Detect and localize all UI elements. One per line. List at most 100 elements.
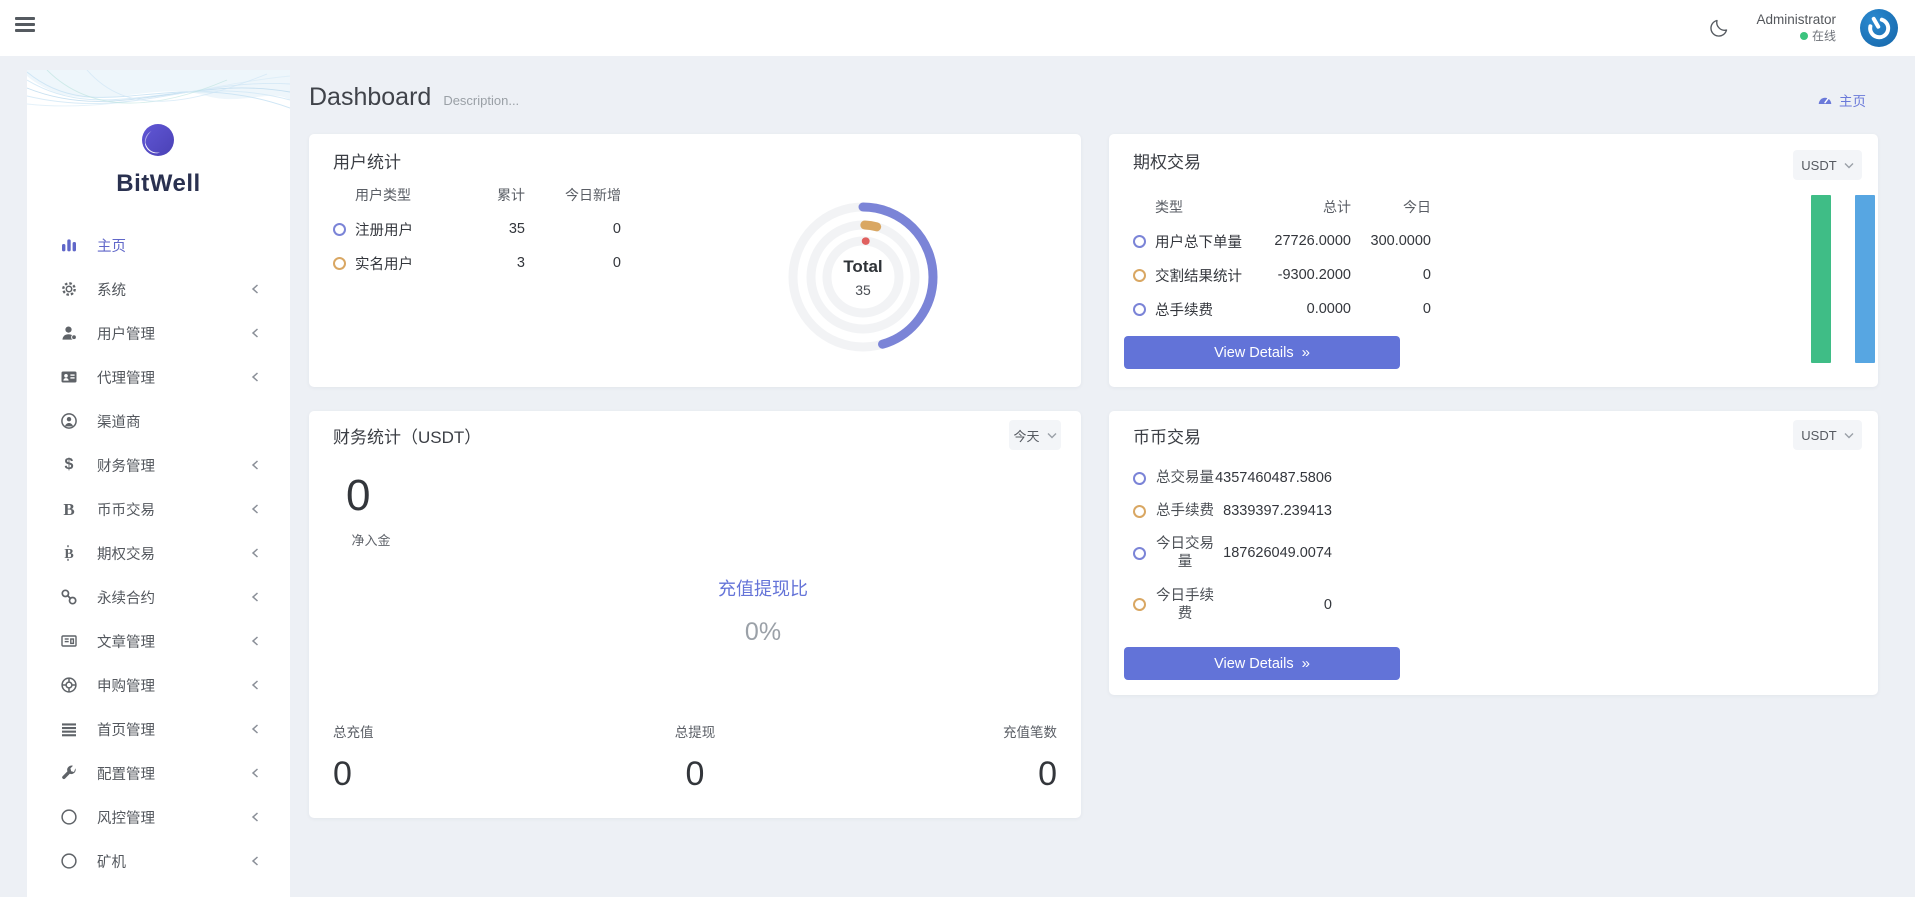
sidebar-item-spot-trading[interactable]: B 币币交易: [27, 487, 290, 531]
sidebar-item-label: 系统: [97, 279, 126, 300]
ratio-label: 充值提现比: [613, 575, 913, 601]
dark-mode-toggle[interactable]: [1706, 15, 1732, 41]
page-header: Dashboard Description...: [309, 83, 519, 112]
spot-trading-card: 币币交易 USDT 总交易量 4357460487.5806 总手续费 8339…: [1109, 411, 1878, 695]
sidebar-item-options-trading[interactable]: B 期权交易: [27, 531, 290, 575]
series-marker-icon: [1133, 269, 1146, 282]
series-marker-icon: [1133, 303, 1146, 316]
col-header: 总计: [1259, 197, 1351, 217]
series-marker-icon: [333, 223, 346, 236]
date-range-select[interactable]: 今天: [1009, 420, 1061, 450]
series-marker-icon: [1133, 505, 1146, 518]
gear-icon: [60, 280, 78, 298]
chevron-left-icon: [249, 502, 262, 521]
ratio-value: 0%: [613, 618, 913, 647]
card-title: 币币交易: [1133, 423, 1201, 448]
view-details-button[interactable]: View Details »: [1124, 336, 1400, 369]
online-dot-icon: [1800, 32, 1808, 40]
sidebar-item-system[interactable]: 系统: [27, 267, 290, 311]
spot-stats-list: 总交易量 4357460487.5806 总手续费 8339397.239413…: [1133, 469, 1332, 638]
sidebar-item-label: 永续合约: [97, 587, 155, 608]
sidebar-item-label: 期权交易: [97, 543, 155, 564]
user-status: 在线: [1756, 29, 1836, 44]
letter-b-icon: B: [60, 500, 78, 518]
circle-icon: [60, 852, 78, 870]
sidebar-item-finance-management[interactable]: $ 财务管理: [27, 443, 290, 487]
sidebar-item-label: 首页管理: [97, 719, 155, 740]
list-item: 今日交易量 187626049.0074: [1133, 535, 1332, 571]
net-deposit-label: 净入金: [326, 530, 416, 549]
bar-green: [1811, 195, 1831, 363]
finance-bottom-stats: 总充值 0 总提现 0 充值笔数 0: [309, 721, 1081, 794]
chevron-down-icon: [1047, 432, 1057, 439]
net-deposit-value: 0: [346, 471, 370, 521]
chevron-left-icon: [249, 810, 262, 829]
chevron-down-icon: [1844, 432, 1854, 439]
options-stats-table: 类型 总计 今日 用户总下单量 27726.0000 300.0000 交割结果…: [1133, 190, 1431, 326]
life-ring-icon: [60, 676, 78, 694]
currency-select[interactable]: USDT: [1793, 420, 1862, 450]
sidebar-item-label: 主页: [97, 235, 126, 256]
currency-select[interactable]: USDT: [1793, 150, 1862, 180]
list-item: 今日手续费 0: [1133, 587, 1332, 623]
bar-blue: [1855, 195, 1875, 363]
power-logo-icon: [1860, 9, 1898, 47]
chevron-down-icon: [1844, 162, 1854, 169]
sidebar-item-label: 币币交易: [97, 499, 155, 520]
user-menu[interactable]: Administrator 在线: [1756, 12, 1836, 44]
sidebar-item-user-management[interactable]: 用户管理: [27, 311, 290, 355]
sidebar: BitWell 主页 系统 用户管理: [27, 70, 290, 897]
user-stats-card: 用户统计 用户类型 累计 今日新增 注册用户 35 0 实名用户 3 0: [309, 134, 1081, 387]
svg-text:B: B: [64, 547, 73, 562]
chevron-left-icon: [249, 854, 262, 873]
gauge-icon: [1817, 92, 1833, 108]
ratio-block: 充值提现比 0%: [613, 575, 913, 647]
table-row: 交割结果统计 -9300.2000 0: [1133, 258, 1431, 292]
sidebar-item-agent-management[interactable]: 代理管理: [27, 355, 290, 399]
sidebar-item-label: 代理管理: [97, 367, 155, 388]
user-name: Administrator: [1756, 12, 1836, 29]
sidebar-item-perpetual-contract[interactable]: 永续合约: [27, 575, 290, 619]
user-circle-icon: [60, 412, 78, 430]
sidebar-item-risk-management[interactable]: 风控管理: [27, 795, 290, 839]
stat-total-withdraw: 总提现 0: [574, 721, 815, 794]
avatar[interactable]: [1860, 9, 1898, 47]
double-chevron-icon: »: [1302, 656, 1310, 671]
options-trading-card: 期权交易 USDT 类型 总计 今日 用户总下单量 27726.0000 300…: [1109, 134, 1878, 387]
sidebar-item-config-management[interactable]: 配置管理: [27, 751, 290, 795]
sidebar-item-channel[interactable]: 渠道商: [27, 399, 290, 443]
sidebar-item-homepage-management[interactable]: 首页管理: [27, 707, 290, 751]
wrench-icon: [60, 764, 78, 782]
breadcrumb[interactable]: 主页: [1817, 90, 1866, 110]
chevron-left-icon: [249, 282, 262, 301]
list-item: 总交易量 4357460487.5806: [1133, 469, 1332, 487]
sidebar-item-subscription-management[interactable]: 申购管理: [27, 663, 290, 707]
sidebar-item-home[interactable]: 主页: [27, 223, 290, 267]
chain-link-icon: [60, 588, 78, 606]
chevron-left-icon: [249, 590, 262, 609]
sidebar-item-label: 文章管理: [97, 631, 155, 652]
chevron-left-icon: [249, 370, 262, 389]
list-item: 总手续费 8339397.239413: [1133, 502, 1332, 520]
col-header: 用户类型: [355, 185, 463, 205]
series-marker-icon: [1133, 235, 1146, 248]
table-row: 用户总下单量 27726.0000 300.0000: [1133, 224, 1431, 258]
sidebar-item-article-management[interactable]: 文章管理: [27, 619, 290, 663]
sidebar-item-label: 风控管理: [97, 807, 155, 828]
chevron-left-icon: [249, 678, 262, 697]
sidebar-item-label: 申购管理: [97, 675, 155, 696]
dollar-icon: $: [60, 456, 78, 474]
hamburger-menu-icon[interactable]: [15, 17, 35, 33]
series-marker-icon: [1133, 472, 1146, 485]
stat-total-deposit: 总充值 0: [333, 721, 574, 794]
sidebar-item-label: 渠道商: [97, 411, 141, 432]
col-header: 类型: [1155, 197, 1259, 217]
finance-stats-card: 财务统计（USDT） 今天 0 净入金 充值提现比 0% 总充值 0 总提现 0…: [309, 411, 1081, 818]
stat-deposit-count: 充值笔数 0: [816, 721, 1057, 794]
sidebar-item-label: 配置管理: [97, 763, 155, 784]
col-header: 今日: [1351, 197, 1431, 217]
card-title: 期权交易: [1133, 148, 1201, 173]
chevron-left-icon: [249, 458, 262, 477]
sidebar-item-mining-machine[interactable]: 矿机: [27, 839, 290, 883]
view-details-button[interactable]: View Details »: [1124, 647, 1400, 680]
